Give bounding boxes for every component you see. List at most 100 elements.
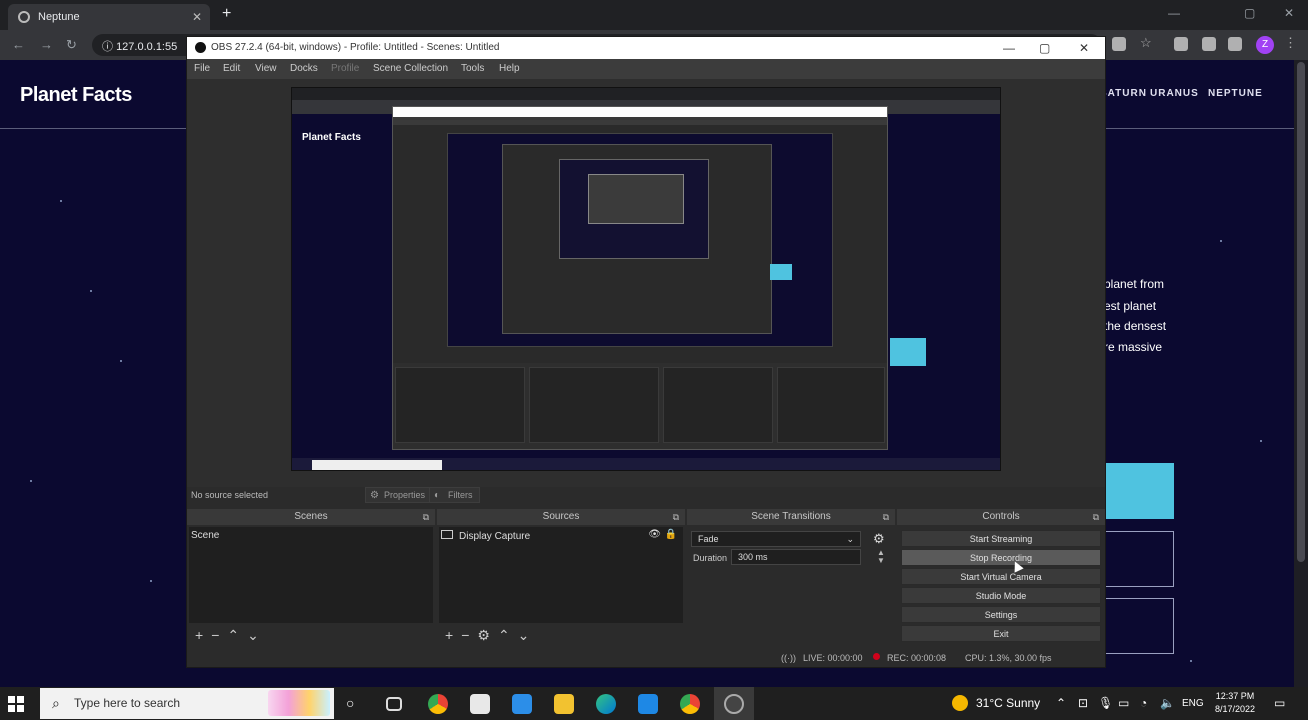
surface-button[interactable] [1104, 598, 1174, 654]
vscode-icon[interactable] [638, 694, 658, 714]
source-toolbar: No source selected ⚙ Properties ◐ Filters [187, 487, 1105, 503]
scene-item[interactable]: Scene [189, 527, 433, 544]
stepper-icon[interactable]: ▲ ▼ [877, 549, 885, 565]
minimize-icon[interactable]: — [1003, 41, 1015, 55]
overview-button[interactable] [1104, 463, 1174, 519]
mail-icon[interactable] [512, 694, 532, 714]
remove-icon[interactable]: − [211, 627, 219, 643]
scenes-list[interactable]: Scene [189, 527, 433, 623]
wifi-icon[interactable]: ◔ [1140, 696, 1147, 710]
transition-select[interactable]: Fade ⌄ [691, 531, 861, 547]
menu-docks[interactable]: Docks [290, 63, 318, 74]
eye-icon[interactable]: 👁 [648, 529, 661, 540]
battery-icon[interactable]: ▭ [1118, 696, 1129, 710]
undock-icon[interactable]: ⧉ [673, 509, 679, 525]
menu-edit[interactable]: Edit [223, 63, 240, 74]
clock-date: 8/17/2022 [1214, 704, 1256, 714]
chrome-icon[interactable] [680, 694, 700, 714]
remove-icon[interactable]: − [461, 627, 469, 643]
nav-uranus[interactable]: URANUS [1150, 88, 1199, 99]
properties-button[interactable]: ⚙ Properties [365, 487, 433, 503]
share-icon[interactable] [1112, 37, 1126, 51]
studio-mode-button[interactable]: Studio Mode [901, 587, 1101, 604]
extension-icon[interactable] [1174, 37, 1188, 51]
obs-taskbar-active[interactable] [714, 687, 754, 720]
duration-field[interactable]: 300 ms [731, 549, 861, 565]
puzzle-icon[interactable] [1202, 37, 1216, 51]
menu-help[interactable]: Help [499, 63, 520, 74]
structure-button[interactable] [1104, 531, 1174, 587]
move-down-icon[interactable]: ⌄ [518, 627, 530, 643]
language-indicator[interactable]: ENG [1182, 698, 1204, 709]
scrollbar-thumb[interactable] [1297, 62, 1305, 562]
obs-logo-icon [195, 42, 206, 53]
menu-tools[interactable]: Tools [461, 63, 484, 74]
move-up-icon[interactable]: ⌃ [498, 627, 510, 643]
menu-dots-icon[interactable]: ⋮ [1284, 35, 1298, 50]
new-tab-button[interactable]: + [222, 5, 231, 23]
close-tab-icon[interactable]: ✕ [192, 10, 202, 24]
undock-icon[interactable]: ⧉ [423, 509, 429, 525]
filters-button[interactable]: ◐ Filters [429, 487, 480, 503]
taskbar-clock[interactable]: 12:37 PM 8/17/2022 [1208, 690, 1262, 716]
volume-icon[interactable]: 🔈 [1160, 696, 1175, 710]
back-icon[interactable]: ← [12, 37, 25, 52]
task-view-icon[interactable] [386, 697, 402, 711]
gear-icon[interactable]: ⚙ [873, 531, 885, 547]
site-logo[interactable]: Planet Facts [20, 84, 132, 107]
browser-tab[interactable]: Neptune ✕ [8, 4, 210, 30]
menu-file[interactable]: File [194, 63, 210, 74]
menu-profile[interactable]: Profile [331, 63, 359, 74]
live-icon: ((·)) [781, 653, 796, 663]
sidebar-icon[interactable] [1228, 37, 1242, 51]
add-icon[interactable]: + [445, 627, 453, 643]
cortana-icon[interactable]: ○ [346, 695, 354, 711]
globe-icon [18, 11, 30, 23]
move-down-icon[interactable]: ⌄ [247, 627, 259, 643]
store-icon[interactable] [470, 694, 490, 714]
exit-button[interactable]: Exit [901, 625, 1101, 642]
add-icon[interactable]: + [195, 627, 203, 643]
maximize-icon[interactable]: ▢ [1039, 41, 1050, 55]
start-streaming-button[interactable]: Start Streaming [901, 530, 1101, 547]
mic-icon[interactable]: 🎙 [1098, 696, 1113, 710]
profile-avatar[interactable]: Z [1256, 36, 1274, 54]
stop-recording-button[interactable]: Stop Recording [901, 549, 1101, 566]
notification-icon[interactable]: ▭ [1274, 696, 1285, 710]
weather-sun-icon[interactable] [952, 695, 968, 711]
close-window-icon[interactable]: ✕ [1284, 6, 1294, 20]
menu-scene-collection[interactable]: Scene Collection [373, 63, 448, 74]
planet-text-line: re massive [1104, 340, 1163, 354]
sources-list[interactable]: Display Capture 👁 🔒 [439, 527, 683, 623]
obs-menu-bar: File Edit View Docks Profile Scene Colle… [187, 59, 1105, 79]
minimize-icon[interactable]: — [1168, 6, 1180, 20]
edge-icon[interactable] [596, 694, 616, 714]
move-up-icon[interactable]: ⌃ [227, 627, 239, 643]
file-explorer-icon[interactable] [554, 694, 574, 714]
nested-tab-strip [292, 88, 1000, 100]
reload-icon[interactable]: ↻ [66, 37, 77, 53]
nav-saturn[interactable]: SATURN [1100, 88, 1147, 99]
obs-preview[interactable]: Planet Facts [187, 79, 1105, 487]
undock-icon[interactable]: ⧉ [1093, 509, 1099, 525]
bookmark-star-icon[interactable]: ☆ [1140, 35, 1154, 50]
nested-obs-docks [393, 363, 887, 449]
forward-icon[interactable]: → [40, 37, 53, 52]
network-icon[interactable]: ⊡ [1078, 696, 1088, 710]
controls-header: Controls ⧉ [897, 509, 1105, 525]
nav-neptune[interactable]: NEPTUNE [1208, 88, 1263, 99]
close-icon[interactable]: ✕ [1079, 41, 1089, 55]
maximize-icon[interactable]: ▢ [1244, 6, 1255, 20]
weather-text[interactable]: 31°C Sunny [976, 696, 1040, 710]
source-item[interactable]: Display Capture 👁 🔒 [439, 527, 683, 545]
lock-icon[interactable]: 🔒 [665, 529, 677, 540]
tray-chevron-up-icon[interactable]: ⌃ [1056, 696, 1066, 710]
start-virtual-camera-button[interactable]: Start Virtual Camera [901, 568, 1101, 585]
settings-button[interactable]: Settings [901, 606, 1101, 623]
menu-view[interactable]: View [255, 63, 277, 74]
undock-icon[interactable]: ⧉ [883, 509, 889, 525]
windows-start-icon[interactable] [8, 696, 24, 712]
gear-icon[interactable]: ⚙ [477, 627, 490, 643]
page-scrollbar[interactable] [1294, 60, 1308, 687]
chrome-icon[interactable] [428, 694, 448, 714]
